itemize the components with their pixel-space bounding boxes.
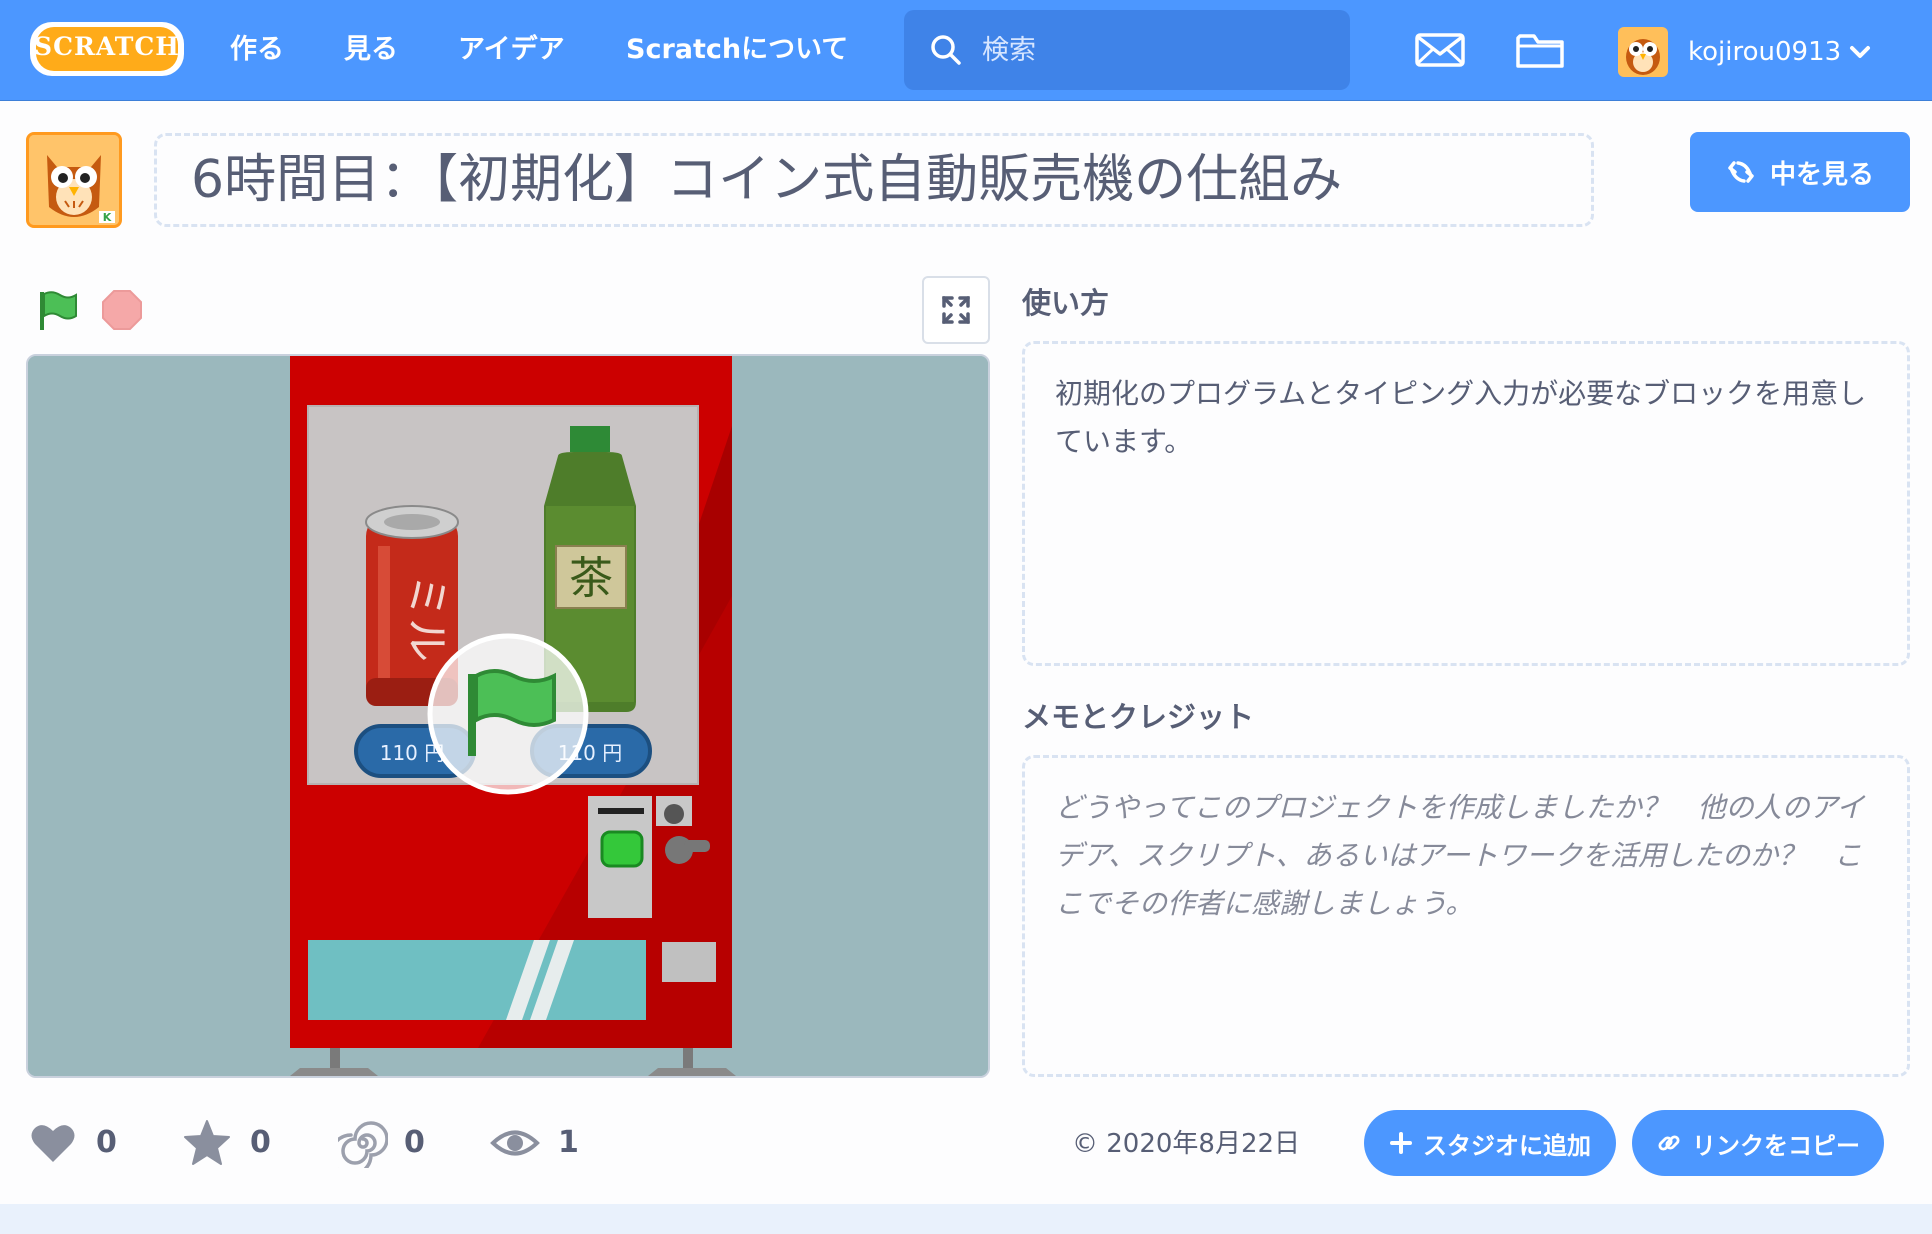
remix-spiral-icon [338,1121,388,1168]
folder-icon[interactable] [1514,26,1566,74]
view-count: 1 [558,1125,579,1160]
bottle-label: 茶 [569,553,613,604]
nav-link-ideas[interactable]: アイデア [458,28,565,72]
project-title-field[interactable]: 6時間目：【初期化】コイン式自動販売機の仕組み [154,133,1594,227]
stage-canvas: ミル 茶 110 円 110 円 [28,356,988,1076]
nav-link-create[interactable]: 作る [230,28,284,72]
see-inside-button[interactable]: 中を見る [1690,132,1910,212]
mail-icon[interactable] [1414,26,1466,74]
copy-link-label: リンクをコピー [1692,1131,1860,1160]
remix-count: 0 [404,1125,425,1160]
instructions-text: 初期化のプログラムとタイピング入力が必要なブロックを用意しています。 [1055,377,1867,458]
chevron-down-icon[interactable] [1846,38,1874,66]
nav-link-about[interactable]: Scratchについて [626,28,848,72]
nav-link-explore[interactable]: 見る [344,28,398,72]
heart-icon[interactable] [28,1118,78,1168]
plus-icon [1390,1132,1412,1154]
instructions-label: 使い方 [1022,286,1110,320]
star-icon[interactable] [182,1118,232,1168]
instructions-field[interactable]: 初期化のプログラムとタイピング入力が必要なブロックを用意しています。 [1022,341,1910,666]
notes-credits-label: メモとクレジット [1022,700,1255,734]
see-inside-label: 中を見る [1769,159,1874,190]
copy-link-button[interactable]: リンクをコピー [1632,1110,1884,1176]
search-icon[interactable] [928,32,964,68]
fullscreen-button[interactable] [922,276,990,344]
stop-icon[interactable] [100,288,144,332]
nav-username[interactable]: kojirou0913 [1688,30,1841,74]
scratch-logo-text: SCRATCH [34,32,180,61]
eye-icon [490,1130,540,1156]
project-title: 6時間目：【初期化】コイン式自動販売機の仕組み [191,150,1343,210]
search-input[interactable] [982,24,1332,76]
share-date: © 2020年8月22日 [1072,1129,1301,1159]
can-label: ミル [401,574,452,662]
green-flag-icon[interactable] [36,288,80,332]
notes-credits-field[interactable]: どうやってこのプロジェクトを作成しましたか？ 他の人のアイデア、スクリプト、ある… [1022,755,1910,1077]
user-avatar[interactable] [1618,27,1668,77]
footer-strip [0,1204,1932,1234]
fullscreen-icon [942,296,970,324]
favorite-count: 0 [250,1125,271,1160]
add-to-studio-button[interactable]: スタジオに追加 [1364,1110,1616,1176]
author-avatar[interactable]: K [26,132,122,228]
remix-arrows-icon [1728,161,1754,183]
add-to-studio-label: スタジオに追加 [1423,1131,1591,1160]
link-icon [1658,1135,1680,1151]
search-bar [904,10,1350,90]
navbar: SCRATCH 作る 見る アイデア Scratchについて kojirou09… [0,0,1932,101]
notes-credits-placeholder: どうやってこのプロジェクトを作成しましたか？ 他の人のアイデア、スクリプト、ある… [1055,791,1865,920]
love-count: 0 [96,1125,117,1160]
svg-text:K: K [103,211,112,224]
green-flag-overlay[interactable] [427,633,589,795]
scratch-logo[interactable]: SCRATCH [28,18,186,80]
project-stage[interactable]: ミル 茶 110 円 110 円 [26,354,990,1078]
